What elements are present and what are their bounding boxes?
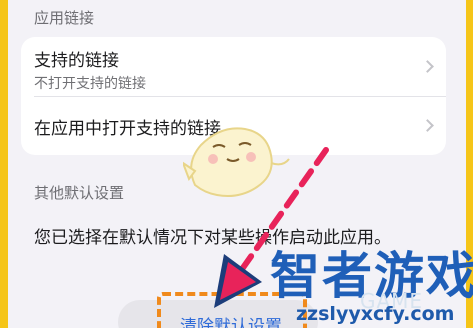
settings-screen: 应用链接 支持的链接 不打开支持的链接 在应用中打开支持的链接 其他默认设置 您… — [0, 0, 473, 328]
supported-links-subtitle: 不打开支持的链接 — [34, 76, 146, 92]
mascot-sticker-icon — [183, 127, 290, 197]
supported-links-row[interactable]: 支持的链接 不打开支持的链接 — [21, 37, 446, 96]
chevron-right-icon — [421, 60, 434, 73]
supported-links-title: 支持的链接 — [34, 51, 119, 71]
other-defaults-section-title: 其他默认设置 — [34, 184, 125, 202]
app-links-section-title: 应用链接 — [34, 9, 95, 27]
watermark-url: zzslyyxcfy.com — [296, 303, 455, 325]
chevron-right-icon — [421, 119, 434, 132]
frame-border-left — [0, 0, 8, 328]
